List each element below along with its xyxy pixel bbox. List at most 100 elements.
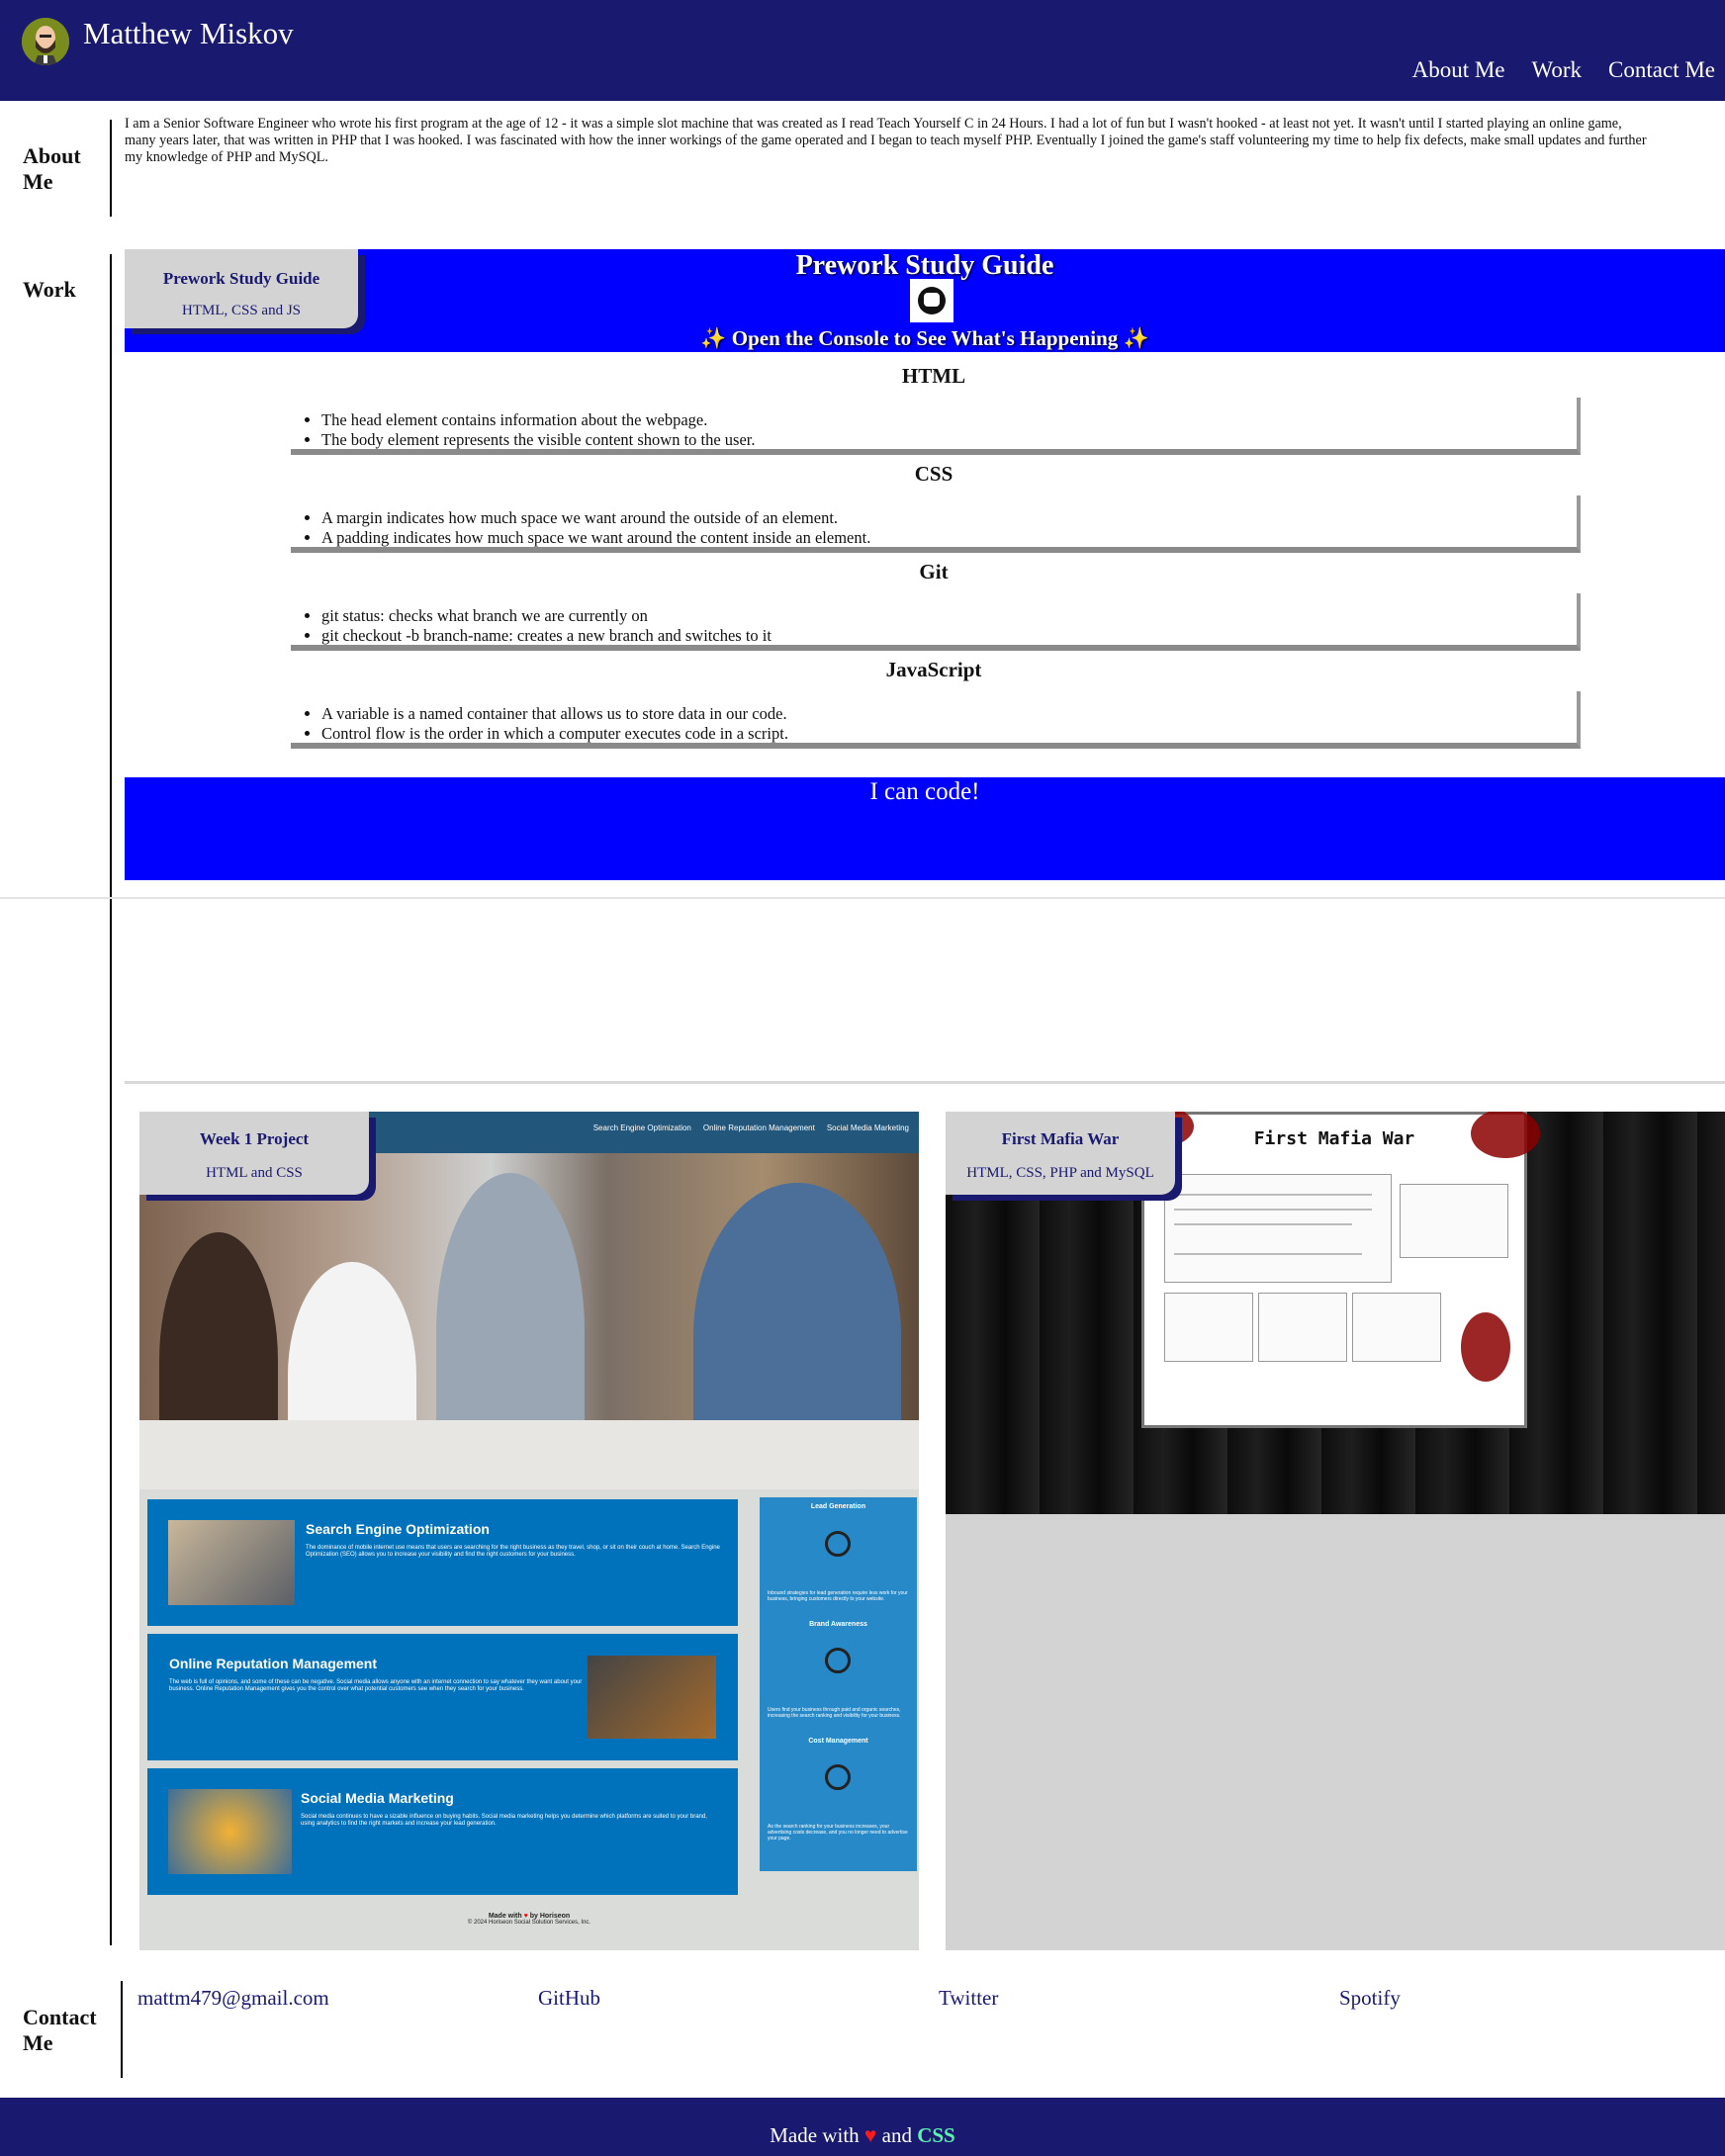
week1-menu-item: Social Media Marketing (826, 1123, 909, 1132)
week1-project-tile[interactable]: Search Engine Optimization Online Reputa… (139, 1112, 919, 1950)
week1-sidebar-text: Inbound strategies for lead generation r… (768, 1590, 908, 1602)
mafia-card-tech: HTML, CSS, PHP and MySQL (966, 1165, 1154, 1181)
about-divider (110, 120, 112, 217)
prework-footer: I can code! (125, 777, 1725, 880)
prework-subtitle: ✨ Open the Console to See What's Happeni… (125, 326, 1725, 350)
week1-box-title: Search Engine Optimization (306, 1521, 490, 1537)
study-item: A variable is a named container that all… (321, 704, 1577, 724)
prework-subtitle-text: Open the Console to See What's Happening (731, 326, 1119, 350)
week1-sidebar-text: Users find your business through paid an… (768, 1707, 901, 1719)
study-item: The head element contains information ab… (321, 410, 1577, 430)
orm-image (588, 1656, 716, 1739)
week1-box-text: Social media continues to have a sizable… (301, 1814, 707, 1827)
main-nav: About Me Work Contact Me (1412, 57, 1715, 83)
study-item: Control flow is the order in which a com… (321, 724, 1577, 744)
cost-icon (825, 1764, 851, 1790)
week1-menu-item: Online Reputation Management (702, 1123, 815, 1132)
prework-title: Prework Study Guide (795, 250, 1054, 281)
week1-box-text: The web is full of opinions, and some of… (169, 1679, 583, 1692)
study-item: The body element represents the visible … (321, 430, 1577, 450)
heart-icon: ♥ (523, 1913, 528, 1920)
nav-contact-me[interactable]: Contact Me (1608, 57, 1715, 83)
study-card-html: HTML The head element contains informati… (291, 364, 1581, 455)
study-card-title: CSS (914, 462, 953, 486)
smm-image (168, 1789, 292, 1874)
mafia-card-label[interactable]: First Mafia War HTML, CSS, PHP and MySQL (946, 1112, 1175, 1195)
contact-divider (121, 1981, 123, 2078)
week1-footer-copyright: © 2024 Horiseon Social Solution Services… (467, 1920, 591, 1926)
study-card-javascript: JavaScript A variable is a named contain… (291, 658, 1581, 749)
mafia-intro-panel (1164, 1174, 1392, 1283)
mafia-card-title: First Mafia War (1001, 1129, 1120, 1148)
study-card-title: Git (919, 560, 949, 584)
mafia-login-panel (1400, 1184, 1508, 1258)
week1-sidebar-title: Cost Management (808, 1738, 868, 1745)
week1-hero-image (139, 1153, 919, 1489)
week1-menu: Search Engine Optimization Online Reputa… (593, 1123, 909, 1132)
seo-image (168, 1520, 295, 1605)
work-divider-rule (125, 1081, 1725, 1084)
week1-card-tech: HTML and CSS (206, 1165, 303, 1181)
week1-smm-box: Social Media Marketing Social media cont… (147, 1768, 738, 1895)
footer-css: CSS (917, 2123, 955, 2147)
work-divider (110, 254, 112, 1945)
mafia-thumb (1258, 1293, 1347, 1362)
mafia-war-tile[interactable]: First Mafia War First Mafia War HTML, CS… (946, 1112, 1725, 1950)
github-link[interactable]: GitHub (538, 1986, 600, 2011)
study-item: A padding indicates how much space we wa… (321, 528, 1577, 548)
email-link[interactable]: mattm479@gmail.com (137, 1986, 329, 2011)
prework-card-label[interactable]: Prework Study Guide HTML, CSS and JS (125, 249, 358, 328)
week1-footer-made: Made with (488, 1913, 522, 1920)
nav-about-me[interactable]: About Me (1412, 57, 1505, 83)
site-title: Matthew Miskov (83, 16, 294, 50)
week1-sidebar-title: Brand Awareness (809, 1621, 867, 1628)
prework-card-tech: HTML, CSS and JS (181, 303, 302, 318)
footer-made-with: Made with (770, 2123, 860, 2147)
week1-card-title: Week 1 Project (199, 1129, 310, 1148)
study-card-title: HTML (901, 364, 966, 388)
study-card-git: Git git status: checks what branch we ar… (291, 560, 1581, 651)
week1-footer: Made with ♥ by Horiseon © 2024 Horiseon … (139, 1913, 919, 1926)
spotify-link[interactable]: Spotify (1339, 1986, 1401, 2011)
lightbulb-icon (825, 1531, 851, 1557)
avatar-portrait-icon (22, 18, 69, 65)
week1-card-label[interactable]: Week 1 Project HTML and CSS (139, 1112, 369, 1195)
week1-box-text: The dominance of mobile internet use mea… (306, 1545, 720, 1558)
section-divider (0, 897, 1725, 899)
work-heading: Work (23, 277, 76, 302)
week1-orm-box: Online Reputation Management The web is … (147, 1634, 738, 1760)
github-cat-icon (910, 279, 953, 322)
week1-sidebar: Lead Generation Inbound strategies for l… (760, 1497, 917, 1871)
about-me-text: I am a Senior Software Engineer who wrot… (125, 116, 1647, 165)
twitter-link[interactable]: Twitter (939, 1986, 998, 2011)
heart-icon: ♥ (863, 2123, 877, 2147)
nav-work[interactable]: Work (1532, 57, 1583, 83)
week1-menu-item: Search Engine Optimization (592, 1123, 691, 1132)
avatar (22, 18, 69, 65)
contact-me-heading: Contact Me (23, 2005, 97, 2055)
mafia-thumb (1352, 1293, 1441, 1362)
mafia-page-screenshot: First Mafia War (1135, 1112, 1540, 1428)
sparkle-icon: ✨ (1123, 326, 1149, 350)
prework-header[interactable]: Prework Study Guide ✨ Open the Console t… (125, 249, 1725, 352)
week1-sidebar-text: As the search ranking for your business … (768, 1824, 908, 1842)
week1-box-title: Social Media Marketing (301, 1790, 454, 1806)
study-item: git status: checks what branch we are cu… (321, 606, 1577, 626)
week1-footer-by: by Horiseon (529, 1913, 571, 1920)
site-header: Matthew Miskov About Me Work Contact Me (0, 0, 1725, 101)
week1-seo-box: Search Engine Optimization The dominance… (147, 1499, 738, 1626)
site-footer: Made with ♥ and CSS (0, 2098, 1725, 2156)
week1-sidebar-title: Lead Generation (810, 1503, 866, 1510)
about-me-heading: About Me (23, 143, 81, 194)
mafia-thumb (1164, 1293, 1253, 1362)
mafia-page-title: First Mafia War (1253, 1128, 1415, 1149)
study-card-css: CSS A margin indicates how much space we… (291, 462, 1581, 553)
prework-card-title: Prework Study Guide (162, 269, 320, 288)
broadcast-icon (825, 1648, 851, 1673)
study-item: git checkout -b branch-name: creates a n… (321, 626, 1577, 646)
study-item: A margin indicates how much space we wan… (321, 508, 1577, 528)
footer-and: and (881, 2123, 912, 2147)
sparkle-icon: ✨ (700, 326, 727, 350)
week1-box-title: Online Reputation Management (169, 1656, 378, 1671)
study-card-title: JavaScript (885, 658, 982, 681)
